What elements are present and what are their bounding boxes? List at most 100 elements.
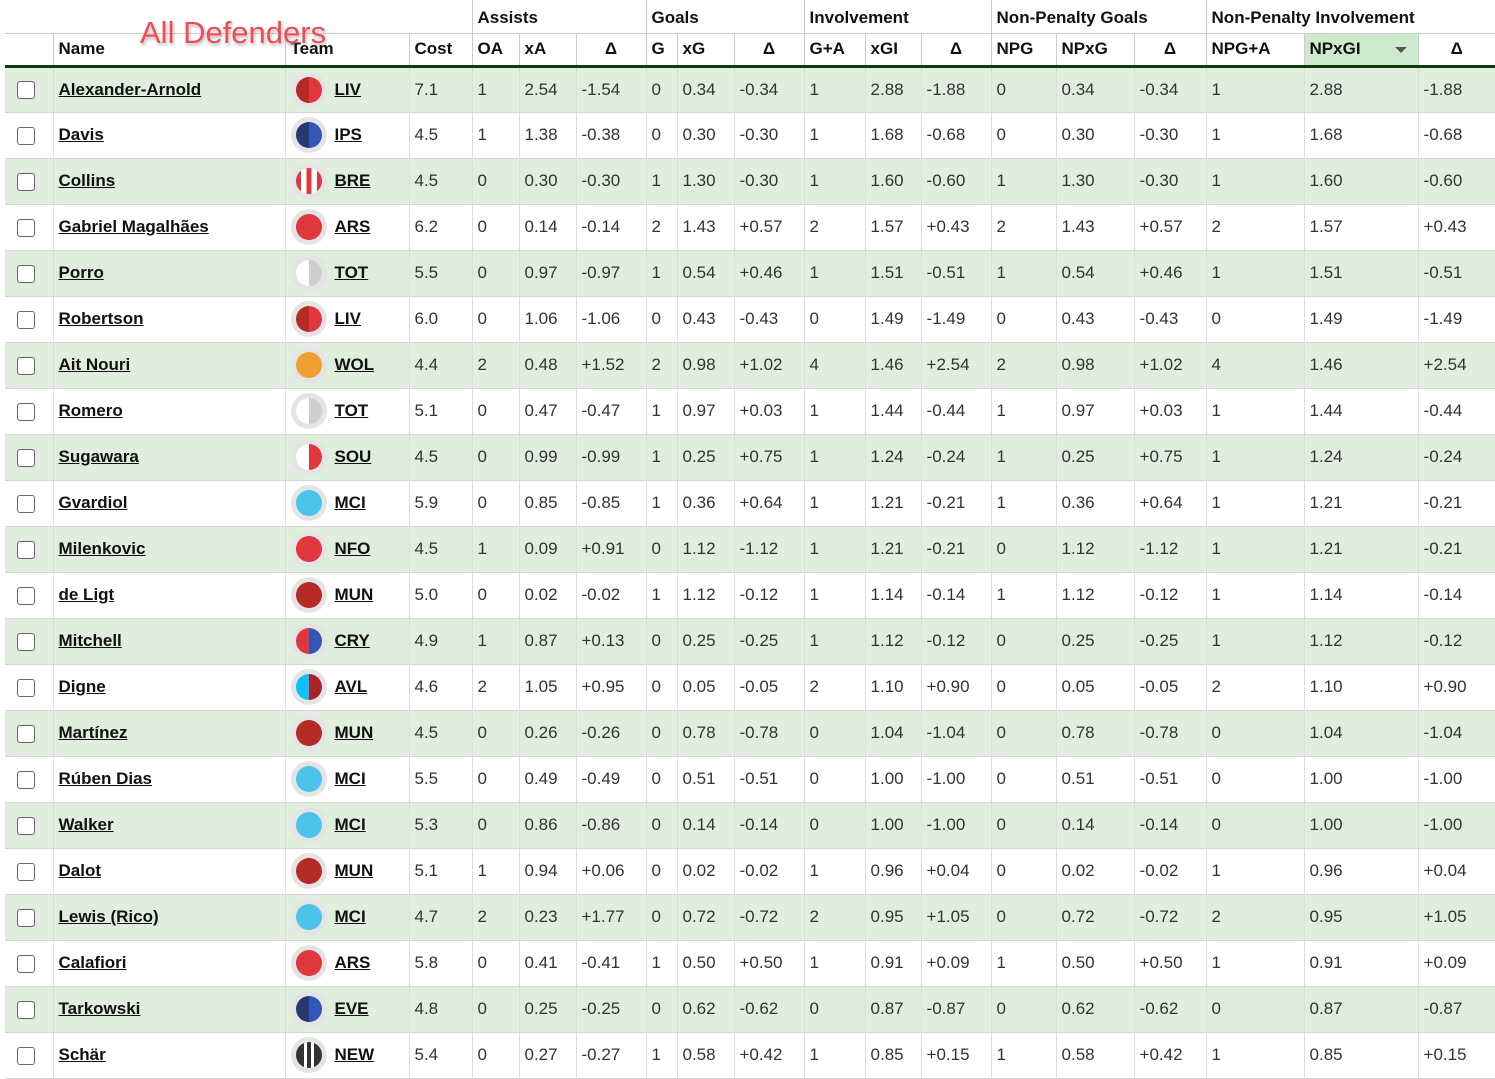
column-delta-18[interactable]: Δ [1417,33,1495,68]
column-xgi-11[interactable]: xGI [864,33,922,68]
row-checkbox[interactable] [17,678,35,697]
team-link[interactable]: AVL [335,677,368,696]
column-oa-4[interactable]: OA [471,33,519,68]
team-link[interactable]: NEW [335,1045,375,1064]
team-link[interactable]: LIV [335,80,361,99]
row-checkbox[interactable] [17,632,35,651]
row-checkbox[interactable] [17,448,35,467]
team-link[interactable]: IPS [335,125,362,144]
team-link[interactable]: MCI [335,907,366,926]
cell-cost-3: 5.8 [408,940,472,987]
player-link[interactable]: Walker [59,815,114,834]
column-xg-8[interactable]: xG [676,33,734,68]
team-link[interactable]: TOT [335,401,369,420]
player-link[interactable]: Romero [59,401,123,420]
player-link[interactable]: Alexander-Arnold [59,80,202,99]
row-checkbox[interactable] [17,954,35,973]
player-link[interactable]: Martínez [59,723,128,742]
cell-xg-8: 0.54 [676,250,734,297]
row-checkbox[interactable] [17,218,35,237]
row-checkbox[interactable] [17,172,35,191]
row-checkbox[interactable] [17,816,35,835]
row-checkbox[interactable] [17,81,35,100]
team-link[interactable]: ARS [335,953,371,972]
player-link[interactable]: Davis [59,125,104,144]
cell-xg-8: 0.78 [676,710,734,757]
player-link[interactable]: Gvardiol [59,493,128,512]
row-checkbox[interactable] [17,356,35,375]
column-delta-12[interactable]: Δ [920,33,992,68]
player-link[interactable]: Gabriel Magalhães [59,217,209,236]
row-checkbox[interactable] [17,310,35,329]
team-link[interactable]: SOU [335,447,372,466]
column-delta-9[interactable]: Δ [733,33,805,68]
team-link[interactable]: MCI [335,493,366,512]
player-link[interactable]: Milenkovic [59,539,146,558]
row-checkbox[interactable] [17,264,35,283]
cell-xa-5: 0.97 [518,250,576,297]
sort-desc-icon[interactable] [1394,47,1407,53]
column-team-2[interactable]: Team [284,33,409,68]
team-link[interactable]: MUN [335,723,374,742]
team-link[interactable]: EVE [335,999,369,1018]
team-link[interactable]: CRY [335,631,370,650]
team-link[interactable]: WOL [335,355,375,374]
team-link[interactable]: BRE [335,171,371,190]
column-npxgi-17[interactable]: NPxGI [1303,33,1419,68]
cell-delta-9: -0.43 [733,296,805,343]
player-link[interactable]: Digne [59,677,106,696]
column-cost-3[interactable]: Cost [408,33,472,68]
column-delta-15[interactable]: Δ [1133,33,1207,68]
player-link[interactable]: Collins [59,171,116,190]
team-link[interactable]: ARS [335,217,371,236]
row-checkbox[interactable] [17,862,35,881]
player-link[interactable]: Calafiori [59,953,127,972]
player-link[interactable]: Tarkowski [59,999,141,1018]
row-checkbox[interactable] [17,126,35,145]
column-npxg-14[interactable]: NPxG [1055,33,1135,68]
player-link[interactable]: Mitchell [59,631,122,650]
row-checkbox[interactable] [17,586,35,605]
team-link[interactable]: TOT [335,263,369,282]
team-link[interactable]: NFO [335,539,371,558]
column-g-a-10[interactable]: G+A [803,33,866,68]
cell-delta-12: -0.51 [920,250,992,297]
cell-delta-9: -0.05 [733,664,805,711]
player-link[interactable]: Dalot [59,861,102,880]
team-cell: NEW [284,1032,409,1079]
player-link[interactable]: Lewis (Rico) [59,907,159,926]
row-checkbox[interactable] [17,770,35,789]
row-checkbox[interactable] [17,1046,35,1065]
column-name-1[interactable]: Name [52,33,285,68]
team-link[interactable]: MCI [335,769,366,788]
column-npg-a-16[interactable]: NPG+A [1205,33,1305,68]
row-checkbox[interactable] [17,402,35,421]
row-checkbox[interactable] [17,494,35,513]
player-link[interactable]: de Ligt [59,585,115,604]
player-link[interactable]: Robertson [59,309,144,328]
team-link[interactable]: MUN [335,861,374,880]
cell-cost-3: 7.1 [408,66,472,113]
column-npg-13[interactable]: NPG [990,33,1057,68]
player-link[interactable]: Porro [59,263,104,282]
team-link[interactable]: MUN [335,585,374,604]
table-row: Mitchell CRY 4.9 1 0.87 +0.13 0 0.25 -0.25 1 1.12-… [5,618,1495,665]
player-link[interactable]: Schär [59,1045,106,1064]
cell-delta-9: +0.75 [733,434,805,481]
table-row: Dalot MUN 5.1 1 0.94 +0.06 0 0.02 -0.02 1 0.96 +0.0… [5,848,1495,895]
row-checkbox[interactable] [17,1000,35,1019]
column-delta-6[interactable]: Δ [575,33,646,68]
cell-oa-4: 1 [471,526,519,573]
player-name-cell: Dalot [52,848,285,895]
row-checkbox[interactable] [17,908,35,927]
row-checkbox[interactable] [17,540,35,559]
column-g-7[interactable]: G [645,33,677,68]
team-link[interactable]: LIV [335,309,361,328]
player-link[interactable]: Sugawara [59,447,139,466]
column-label: Δ [762,39,776,58]
team-link[interactable]: MCI [335,815,366,834]
row-checkbox[interactable] [17,724,35,743]
player-link[interactable]: Ait Nouri [59,355,131,374]
column-xa-5[interactable]: xA [518,33,576,68]
player-link[interactable]: Rúben Dias [59,769,153,788]
